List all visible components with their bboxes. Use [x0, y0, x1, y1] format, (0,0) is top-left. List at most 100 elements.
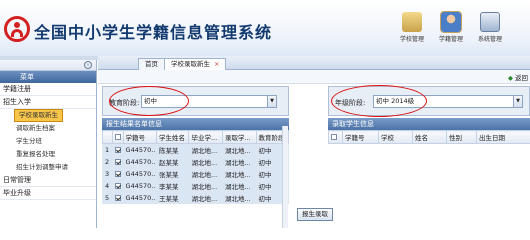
left-panel: 教育阶段: 初中 ▼ 报生结果名单信息 学籍号 学生姓名 毕业学... 录取学.… — [102, 86, 290, 228]
cell-id: G44570... — [122, 179, 158, 192]
sidebar-item-registration[interactable]: 学籍注册 — [0, 83, 96, 96]
cell-name: 赵某某 — [156, 155, 190, 168]
sidebar-item-graduation[interactable]: 毕业升级 — [0, 187, 96, 200]
row-index: 2 — [102, 155, 113, 168]
col-header-name: 姓名 — [412, 130, 447, 144]
col-header-gender: 性别 — [446, 130, 477, 144]
row-select[interactable] — [111, 143, 124, 156]
col-header-select[interactable] — [328, 130, 343, 144]
highlight-oval — [331, 85, 427, 117]
table-header-row: 学籍号 学校 姓名 性别 出生日期 — [328, 130, 530, 144]
nav-student-status[interactable]: 学籍管理 — [435, 11, 467, 43]
row-select[interactable] — [111, 167, 124, 180]
cell-grad-school: 湖北地... — [188, 143, 223, 156]
sidebar-item-plan-adjustment[interactable]: 招生计划调整申请 — [0, 161, 96, 174]
education-stage-filter: 教育阶段: 初中 ▼ — [102, 86, 289, 116]
school-management-icon — [402, 12, 422, 32]
right-panel: 年级阶段: 初中 2014级 ▼ 录取学生信息 学籍号 学校 姓名 性别 出生日… — [328, 85, 530, 228]
app-title: 全国中小学生学籍信息管理系统 — [34, 23, 273, 42]
row-checkbox[interactable] — [114, 146, 121, 153]
row-checkbox[interactable] — [114, 158, 121, 165]
row-index: 4 — [102, 179, 113, 192]
col-header-select[interactable] — [111, 130, 124, 144]
col-header-name: 学生姓名 — [156, 130, 190, 144]
row-index: 1 — [102, 143, 113, 156]
left-grid-title: 报生结果名单信息 — [102, 118, 289, 130]
candidate-table: 学籍号 学生姓名 毕业学... 录取学... 教育阶段 1 G44570... … — [102, 130, 290, 204]
row-checkbox[interactable] — [114, 170, 121, 177]
close-tab-icon[interactable]: × — [214, 60, 219, 68]
select-all-checkbox[interactable] — [331, 134, 337, 140]
sidebar-item-daily-management[interactable]: 日常管理 — [0, 174, 96, 187]
cell-admit-school: 湖北地... — [222, 143, 257, 156]
table-row[interactable]: 2 G44570... 赵某某 湖北地... 湖北地... 初中 — [102, 155, 290, 168]
table-row[interactable]: 4 G44570... 李某某 湖北地... 湖北地... 初中 — [102, 179, 290, 192]
tab-admit-new-students[interactable]: 学校录取新生 × — [164, 58, 227, 70]
grade-stage-filter: 年级阶段: 初中 2014级 ▼ — [328, 85, 530, 117]
back-arrow-icon: ◆ — [508, 74, 513, 82]
cell-id: G44570... — [122, 155, 158, 168]
app-logo-icon — [4, 16, 30, 42]
col-header-index — [102, 130, 113, 144]
student-status-icon — [440, 11, 462, 33]
row-select[interactable] — [111, 179, 124, 192]
cell-name: 张某某 — [156, 167, 190, 180]
row-select[interactable] — [111, 191, 124, 204]
page-toolbar: ◆ 返回 — [98, 70, 530, 84]
sidebar-item-label: 学校录取新生 — [14, 109, 63, 122]
admitted-table: 学籍号 学校 姓名 性别 出生日期 — [328, 130, 530, 144]
sidebar-item-fetch-records[interactable]: 调取新生档案 — [0, 122, 96, 135]
col-header-birthdate: 出生日期 — [476, 130, 530, 144]
cell-name: 李某某 — [156, 179, 190, 192]
cell-grad-school: 湖北地... — [188, 167, 223, 180]
sidebar-item-enrollment[interactable]: 招生入学 — [0, 96, 96, 109]
nav-school-management[interactable]: 学校管理 — [396, 12, 428, 43]
tab-label: 学校录取新生 — [171, 60, 210, 68]
col-header-school: 学校 — [378, 130, 413, 144]
collapse-sidebar-icon[interactable]: « — [84, 61, 92, 69]
table-header-row: 学籍号 学生姓名 毕业学... 录取学... 教育阶段 — [102, 130, 290, 144]
row-index: 3 — [102, 167, 113, 180]
app-header: 全国中小学生学籍信息管理系统 学校管理 学籍管理 系统管理 — [0, 0, 530, 56]
cell-grad-school: 湖北地... — [188, 179, 223, 192]
cell-id: G44570... — [122, 167, 158, 180]
tab-label: 首页 — [145, 60, 158, 68]
sidebar-item-class-assignment[interactable]: 学生分班 — [0, 135, 96, 148]
right-grid-title: 录取学生信息 — [328, 118, 530, 130]
col-header-admit-school: 录取学... — [222, 130, 257, 144]
row-index: 5 — [102, 191, 113, 204]
cell-grad-school: 湖北地... — [188, 155, 223, 168]
sidebar-item-admit-new-students[interactable]: 学校录取新生 — [0, 109, 96, 122]
tab-home[interactable]: 首页 — [138, 58, 165, 70]
table-row[interactable]: 5 G44570... 王某某 湖北地... 湖北地... 初中 — [102, 191, 290, 204]
system-management-icon — [480, 12, 500, 32]
sidebar-title: 菜单 — [0, 71, 96, 83]
col-header-id: 学籍号 — [342, 130, 379, 144]
cell-admit-school: 湖北地... — [222, 167, 257, 180]
select-all-checkbox[interactable] — [114, 134, 121, 140]
row-checkbox[interactable] — [114, 182, 121, 189]
tab-bar: 首页 学校录取新生 × — [98, 56, 530, 70]
nav-system-management[interactable]: 系统管理 — [474, 12, 506, 43]
cell-name: 王某某 — [156, 191, 190, 204]
sidebar-toolbar: « — [0, 60, 96, 71]
cell-admit-school: 湖北地... — [222, 191, 257, 204]
highlight-oval — [109, 86, 189, 116]
col-header-id: 学籍号 — [122, 130, 158, 144]
sidebar: « 菜单 学籍注册 招生入学 学校录取新生 调取新生档案 学生分班 重复报名处理… — [0, 60, 97, 228]
row-checkbox[interactable] — [114, 194, 121, 201]
cell-grad-school: 湖北地... — [188, 191, 223, 204]
cell-admit-school: 湖北地... — [222, 179, 257, 192]
cell-id: G44570... — [122, 191, 158, 204]
chevron-down-icon: ▼ — [513, 96, 522, 107]
cell-id: G44570... — [122, 143, 158, 156]
sidebar-item-duplicate-handling[interactable]: 重复报名处理 — [0, 148, 96, 161]
chevron-down-icon: ▼ — [267, 96, 276, 107]
left-grid-scrollbar[interactable] — [282, 126, 288, 228]
table-row[interactable]: 1 G44570... 陈某某 湖北地... 湖北地... 初中 — [102, 143, 290, 156]
back-button[interactable]: ◆ 返回 — [508, 72, 528, 82]
table-row[interactable]: 3 G44570... 张某某 湖北地... 湖北地... 初中 — [102, 167, 290, 180]
row-select[interactable] — [111, 155, 124, 168]
col-header-grad-school: 毕业学... — [188, 130, 223, 144]
cell-name: 陈某某 — [156, 143, 190, 156]
